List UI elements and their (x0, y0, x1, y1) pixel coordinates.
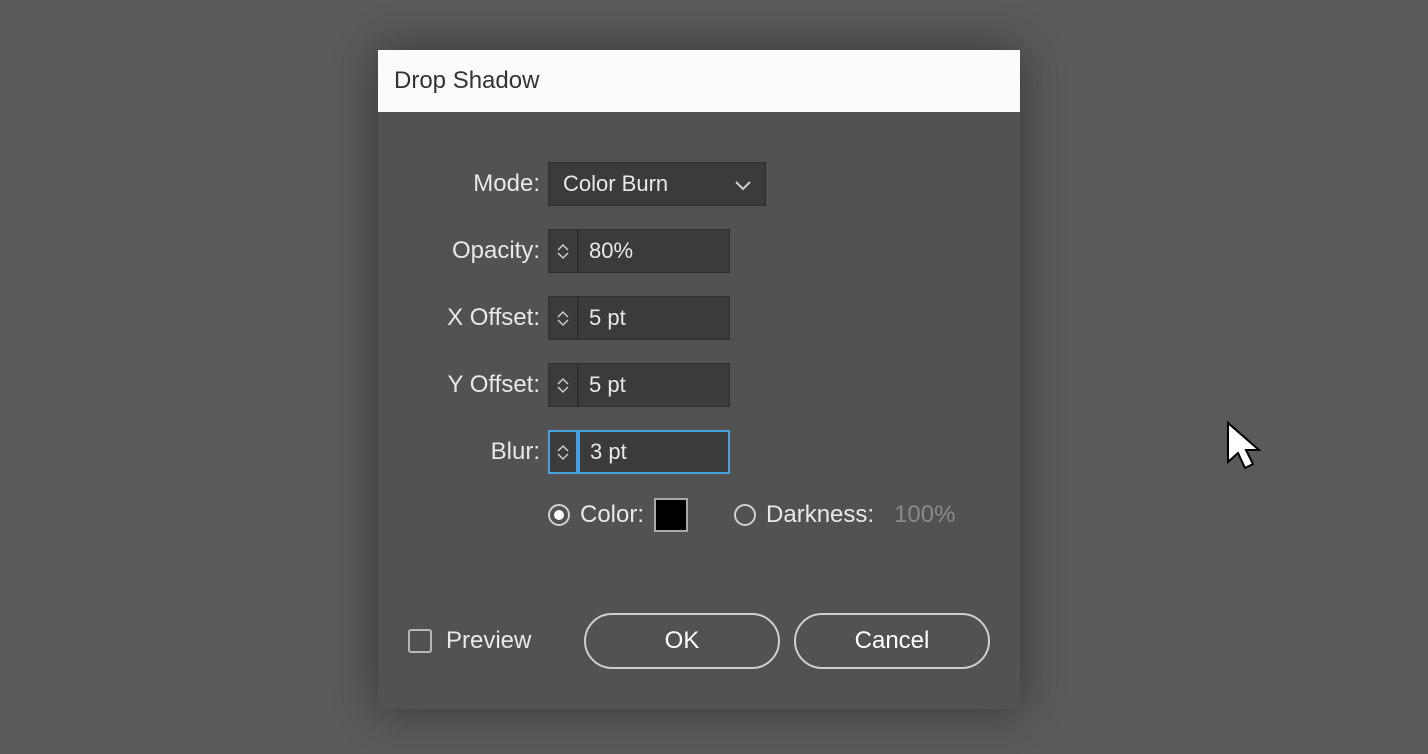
x-offset-input[interactable] (578, 296, 730, 340)
chevron-up-icon (557, 310, 569, 318)
label-x-offset: X Offset: (418, 304, 548, 332)
color-swatch[interactable] (654, 498, 688, 532)
row-x-offset: X Offset: (418, 296, 980, 340)
y-offset-spinner[interactable] (548, 363, 578, 407)
row-blur: Blur: (418, 430, 980, 474)
label-mode: Mode: (418, 170, 548, 198)
label-opacity: Opacity: (418, 237, 548, 265)
blur-spinner[interactable] (548, 430, 578, 474)
cancel-button-label: Cancel (855, 627, 930, 655)
preview-checkbox[interactable] (408, 629, 432, 653)
label-preview: Preview (446, 627, 531, 655)
dialog-titlebar: Drop Shadow (378, 50, 1020, 112)
chevron-down-icon (735, 171, 751, 197)
label-y-offset: Y Offset: (418, 371, 548, 399)
row-opacity: Opacity: (418, 229, 980, 273)
opacity-spinner[interactable] (548, 229, 578, 273)
chevron-up-icon (557, 444, 569, 452)
chevron-down-icon (557, 386, 569, 394)
opacity-input[interactable] (578, 229, 730, 273)
label-blur: Blur: (418, 438, 548, 466)
dialog-title: Drop Shadow (394, 67, 539, 95)
dialog-content: Mode: Color Burn Opacity: X Offset: (378, 112, 1020, 613)
row-y-offset: Y Offset: (418, 363, 980, 407)
chevron-up-icon (557, 377, 569, 385)
mouse-cursor-icon (1225, 420, 1269, 481)
mode-value: Color Burn (563, 171, 668, 197)
darkness-value: 100% (884, 497, 965, 533)
ok-button[interactable]: OK (584, 613, 780, 669)
label-darkness: Darkness: (766, 501, 874, 529)
chevron-down-icon (557, 319, 569, 327)
ok-button-label: OK (665, 627, 700, 655)
mode-select[interactable]: Color Burn (548, 162, 766, 206)
row-mode: Mode: Color Burn (418, 162, 980, 206)
darkness-radio[interactable] (734, 504, 756, 526)
radio-selected-icon (554, 510, 564, 520)
dialog-footer: Preview OK Cancel (378, 613, 1020, 709)
drop-shadow-dialog: Drop Shadow Mode: Color Burn Opacity: X … (378, 50, 1020, 709)
cancel-button[interactable]: Cancel (794, 613, 990, 669)
color-darkness-row: Color: Darkness: 100% (548, 497, 980, 533)
x-offset-spinner[interactable] (548, 296, 578, 340)
chevron-up-icon (557, 243, 569, 251)
chevron-down-icon (557, 252, 569, 260)
color-radio[interactable] (548, 504, 570, 526)
chevron-down-icon (557, 453, 569, 461)
label-color: Color: (580, 501, 644, 529)
y-offset-input[interactable] (578, 363, 730, 407)
blur-input[interactable] (578, 430, 730, 474)
